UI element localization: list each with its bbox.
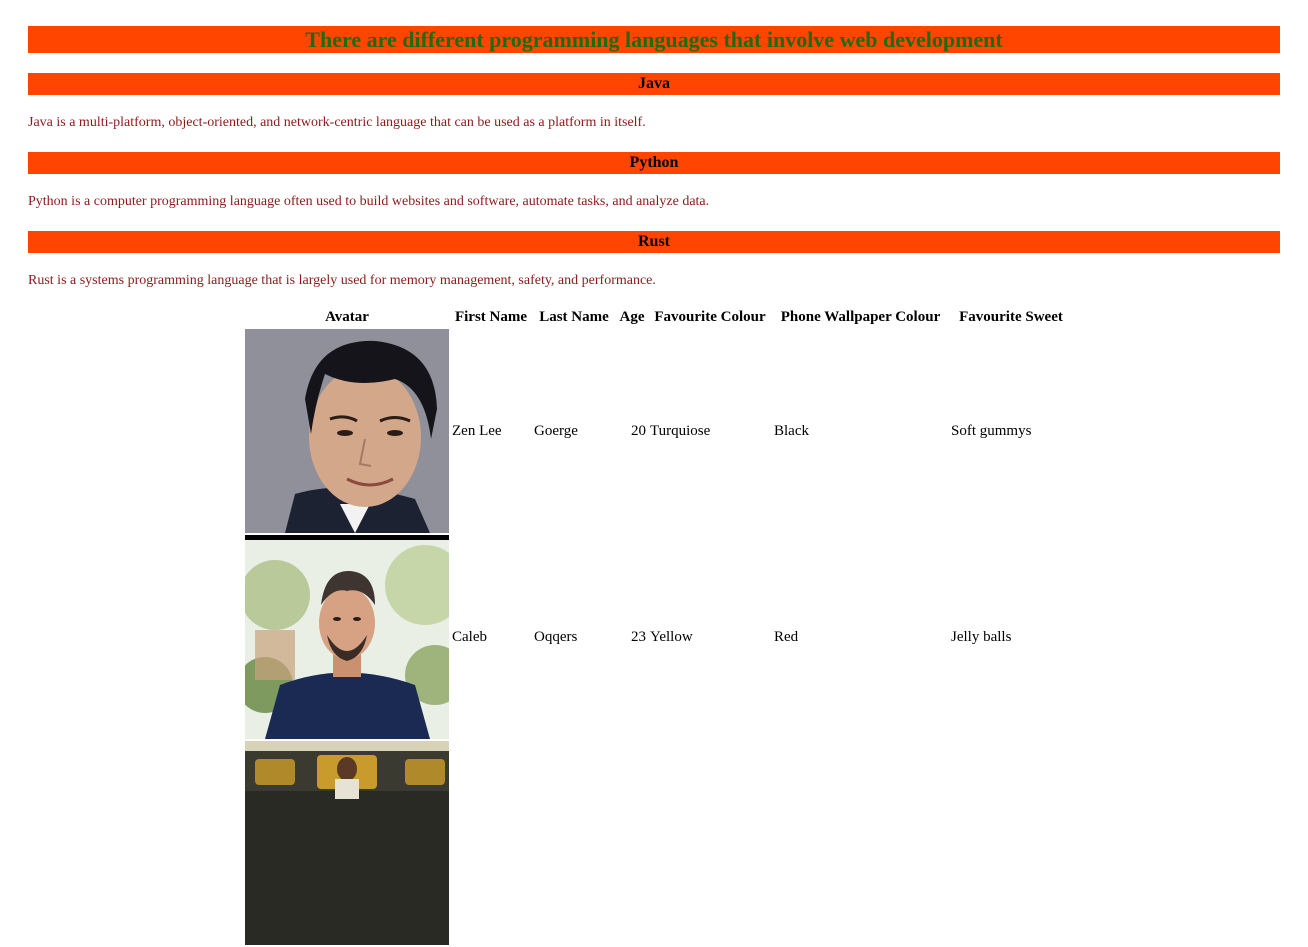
section-heading-python: Python [28, 152, 1280, 174]
cell-first-name: Caleb [452, 628, 487, 645]
header-favourite-colour: Favourite Colour [654, 308, 766, 325]
avatar [245, 741, 449, 945]
cell-age: 23 [631, 628, 646, 645]
section-heading-java: Java [28, 73, 1280, 95]
cell-last-name: Goerge [534, 422, 578, 439]
header-avatar: Avatar [325, 308, 369, 325]
cell-favourite-colour: Turquiose [650, 422, 711, 439]
table-row: Caleb Oqqers 23 Yellow Red Jelly balls [245, 535, 1072, 739]
cell-last-name: Oqqers [534, 628, 578, 645]
cell-favourite-colour [649, 741, 771, 945]
table-row [245, 741, 1072, 945]
header-first-name: First Name [454, 308, 528, 325]
page: There are different programming language… [0, 26, 1308, 947]
cell-first-name: Zen Lee [452, 422, 502, 439]
cell-favourite-sweet: Jelly balls [951, 628, 1012, 645]
header-phone-wallpaper-colour: Phone Wallpaper Colour [780, 308, 941, 325]
cell-first-name [451, 741, 531, 945]
header-last-name: Last Name [539, 308, 609, 325]
section-text-python: Python is a computer programming languag… [28, 194, 710, 209]
cell-favourite-sweet [950, 741, 1072, 945]
man-portrait-photo [245, 535, 449, 739]
avatar [245, 535, 449, 739]
header-favourite-sweet: Favourite Sweet [959, 308, 1063, 325]
table-row: Zen Lee Goerge 20 Turquiose Black Soft g… [245, 329, 1072, 533]
section-text-java: Java is a multi-platform, object-oriente… [28, 115, 646, 130]
avatar-cell [245, 535, 449, 739]
cell-phone-wallpaper-colour: Black [774, 422, 809, 439]
cell-phone-wallpaper-colour: Red [774, 628, 799, 645]
cell-age: 20 [631, 422, 646, 439]
cell-age [617, 741, 647, 945]
avatar-cell [245, 329, 449, 533]
table-header-row: Avatar First Name Last Name Age Favourit… [245, 307, 1072, 327]
page-title: There are different programming language… [28, 26, 1280, 53]
header-age: Age [619, 308, 645, 325]
people-table: Avatar First Name Last Name Age Favourit… [243, 305, 1074, 947]
cell-favourite-sweet: Soft gummys [951, 422, 1032, 439]
section-heading-rust: Rust [28, 231, 1280, 253]
boxing-event-photo [245, 741, 449, 945]
cell-last-name [533, 741, 615, 945]
section-text-rust: Rust is a systems programming language t… [28, 273, 656, 288]
cell-favourite-colour: Yellow [650, 628, 693, 645]
cell-phone-wallpaper-colour [773, 741, 948, 945]
avatar [245, 329, 449, 533]
avatar-cell [245, 741, 449, 945]
man-portrait-photo [245, 329, 449, 533]
